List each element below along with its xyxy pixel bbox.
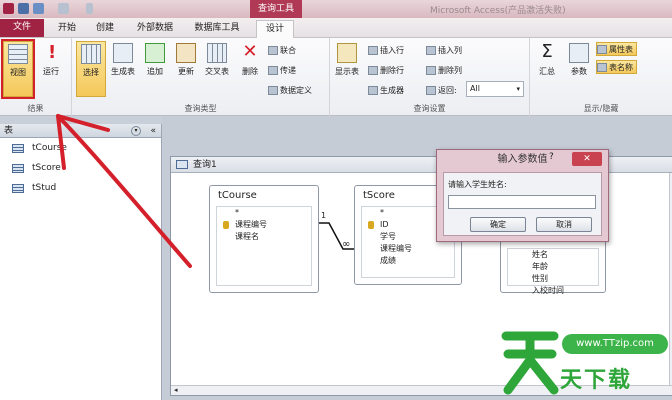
tab-database-tools[interactable]: 数据库工具 xyxy=(188,20,246,38)
title-bar: 查询工具 Microsoft Access(产品激活失败) xyxy=(0,0,672,18)
crosstab-button[interactable]: 交叉表 xyxy=(202,41,232,97)
globe-icon xyxy=(268,66,278,75)
dialog-body: 请输入学生姓名: 确定 取消 xyxy=(443,172,602,236)
save-icon[interactable] xyxy=(18,3,29,14)
parameter-input[interactable] xyxy=(448,195,596,209)
insert-rows-button[interactable]: 插入行 xyxy=(368,44,404,58)
ribbon-tabs: 文件 开始 创建 外部数据 数据库工具 设计 xyxy=(0,18,672,39)
parameter-prompt: 请输入学生姓名: xyxy=(448,180,507,189)
access-app-icon[interactable] xyxy=(3,3,14,14)
tab-design[interactable]: 设计 xyxy=(256,20,294,39)
relationship-many-label: ∞ xyxy=(342,239,351,250)
group-show-hide: Σ 汇总 参数 属性表 表名称 显示/隐藏 xyxy=(530,38,672,116)
return-label: 返回: xyxy=(426,84,457,98)
group-label-query-setup: 查询设置 xyxy=(413,104,446,113)
data-definition-button[interactable]: 数据定义 xyxy=(268,84,312,98)
window-title: Microsoft Access(产品激活失败) xyxy=(430,6,566,16)
group-query-setup: 显示表 插入行 删除行 生成器 插入列 删除列 返回: All ▾ 查询设置 xyxy=(330,38,530,116)
delete-rows-icon xyxy=(368,66,378,75)
watermark-logo xyxy=(501,331,559,395)
show-table-button[interactable]: 显示表 xyxy=(332,41,362,97)
datasheet-icon xyxy=(8,44,28,64)
data-definition-icon xyxy=(268,86,278,95)
group-label-query-type: 查询类型 xyxy=(184,104,217,113)
property-sheet-icon xyxy=(597,45,607,54)
pass-through-button[interactable]: 传递 xyxy=(268,64,296,78)
redo-icon[interactable] xyxy=(58,3,69,14)
undo-icon[interactable] xyxy=(33,3,44,14)
dialog-close-button[interactable]: ✕ xyxy=(572,152,602,166)
tab-external-data[interactable]: 外部数据 xyxy=(130,20,180,38)
relationship-one-label: 1 xyxy=(321,211,327,220)
chevron-down-icon: ▾ xyxy=(516,85,520,93)
exclamation-icon: ! xyxy=(48,42,57,63)
wand-icon xyxy=(368,86,378,95)
tab-home[interactable]: 开始 xyxy=(52,20,82,38)
ok-button[interactable]: 确定 xyxy=(470,217,526,232)
group-results: 视图 ! 运行 结果 xyxy=(0,38,72,116)
show-table-icon xyxy=(337,43,357,63)
delete-columns-button[interactable]: 删除列 xyxy=(426,64,462,78)
nav-item-tstud[interactable]: tStud xyxy=(0,178,161,198)
group-label-results: 结果 xyxy=(27,104,44,113)
make-table-button[interactable]: 生成表 xyxy=(108,41,138,97)
delete-rows-button[interactable]: 删除行 xyxy=(368,64,404,78)
table-names-icon xyxy=(597,63,607,72)
dialog-help-button[interactable]: ? xyxy=(549,152,554,162)
collapse-pane-icon[interactable]: « xyxy=(150,124,156,138)
parameters-icon xyxy=(569,43,589,63)
union-icon xyxy=(268,46,278,55)
nav-item-tcourse[interactable]: tCourse xyxy=(0,138,161,158)
builder-button[interactable]: 生成器 xyxy=(368,84,404,98)
table-names-button[interactable]: 表名称 xyxy=(596,60,637,74)
table-icon xyxy=(12,144,24,153)
append-button[interactable]: 追加 xyxy=(140,41,170,97)
delete-x-icon: ✕ xyxy=(242,41,258,62)
navigation-pane: 表 ▾ « tCourse tScore tStud xyxy=(0,124,162,400)
watermark-url: www.TTzip.com xyxy=(562,334,668,354)
table-icon xyxy=(12,164,24,173)
make-table-icon xyxy=(113,43,133,63)
tab-file[interactable]: 文件 xyxy=(0,19,44,37)
crosstab-icon xyxy=(207,43,227,63)
delete-columns-icon xyxy=(426,66,436,75)
parameters-button[interactable]: 参数 xyxy=(564,41,594,97)
sigma-icon: Σ xyxy=(541,41,553,62)
group-query-type: 选择 生成表 追加 更新 交叉表 ✕ 删除 联合 传递 数据定义 查询类型 xyxy=(72,38,330,116)
nav-dropdown-icon[interactable]: ▾ xyxy=(131,126,141,136)
union-button[interactable]: 联合 xyxy=(268,44,296,58)
pencil-icon xyxy=(176,43,196,63)
ribbon: 视图 ! 运行 结果 选择 生成表 追加 更新 交叉表 ✕ 删除 联合 传递 数… xyxy=(0,38,672,116)
cancel-button[interactable]: 取消 xyxy=(536,217,592,232)
table-icon xyxy=(12,184,24,193)
view-button[interactable]: 视图 xyxy=(1,39,35,99)
run-button[interactable]: ! 运行 xyxy=(36,41,66,97)
select-query-button[interactable]: 选择 xyxy=(76,41,106,97)
parameter-dialog: 输入参数值 ? ✕ 请输入学生姓名: 确定 取消 xyxy=(436,149,609,242)
totals-button[interactable]: Σ 汇总 xyxy=(532,41,562,97)
scroll-left-icon[interactable]: ◂ xyxy=(174,386,178,394)
append-icon xyxy=(145,43,165,63)
select-query-icon xyxy=(81,44,101,64)
insert-columns-icon xyxy=(426,46,436,55)
insert-columns-button[interactable]: 插入列 xyxy=(426,44,462,58)
property-sheet-button[interactable]: 属性表 xyxy=(596,42,637,56)
tab-create[interactable]: 创建 xyxy=(90,20,120,38)
watermark-text: 天下载 xyxy=(560,368,633,393)
group-label-show-hide: 显示/隐藏 xyxy=(583,104,619,113)
return-select[interactable]: All ▾ xyxy=(466,81,524,97)
insert-rows-icon xyxy=(368,46,378,55)
customize-qat-icon[interactable] xyxy=(86,3,93,14)
nav-item-tscore[interactable]: tScore xyxy=(0,158,161,178)
update-button[interactable]: 更新 xyxy=(171,41,201,97)
delete-query-button[interactable]: ✕ 删除 xyxy=(235,41,265,97)
nav-pane-header[interactable]: 表 ▾ « xyxy=(0,124,161,138)
query-tools-context-title: 查询工具 xyxy=(250,0,302,18)
return-icon xyxy=(426,86,436,95)
